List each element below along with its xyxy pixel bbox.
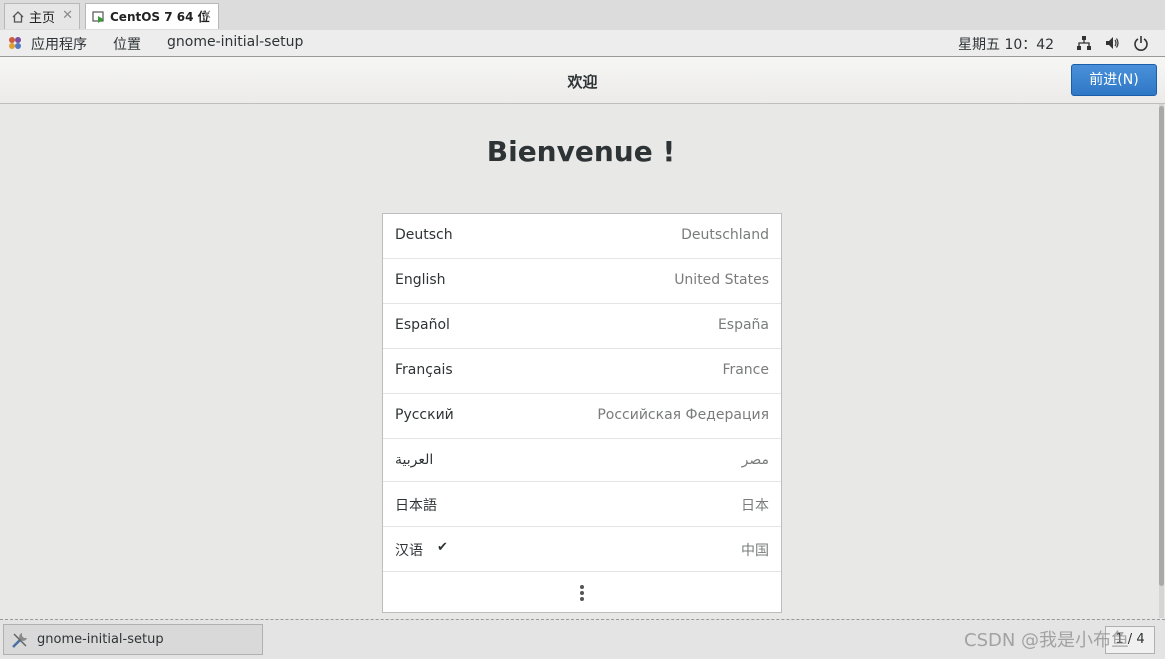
checkmark-icon: ✔ [437,540,448,555]
applications-icon [8,36,22,50]
close-icon[interactable]: ✕ [62,8,73,23]
language-country: 中国 [741,543,769,559]
language-list: Deutsch Deutschland English United State… [382,213,782,613]
taskbar-item[interactable]: gnome-initial-setup [3,624,263,655]
language-name: English [395,272,446,288]
language-country: Deutschland [681,227,769,243]
language-row-deutsch[interactable]: Deutsch Deutschland [383,214,781,259]
language-name: Español [395,317,450,333]
watermark: CSDN @我是小布鱼 [964,630,1130,651]
headerbar: 欢迎 前进(N) [0,57,1165,104]
language-row-russian[interactable]: Русский Российская Федерация [383,394,781,439]
places-menu[interactable]: 位置 [113,34,141,54]
home-icon [11,10,25,24]
network-icon[interactable] [1076,35,1092,51]
page-title: 欢迎 [567,73,598,91]
language-country: United States [674,272,769,288]
welcome-heading: Bienvenue ! [486,135,676,168]
language-name: 日本語 [395,498,437,514]
language-country: 日本 [741,498,769,514]
language-country: España [717,317,769,333]
gnome-top-bar: 应用程序 位置 gnome-initial-setup 星期五 10：42 [0,30,1165,57]
language-name: 汉语 [395,543,423,559]
applications-menu[interactable]: 应用程序 [31,34,87,54]
language-row-japanese[interactable]: 日本語 日本 [383,482,781,527]
tab-home[interactable]: 主页 ✕ [4,3,80,29]
close-icon[interactable]: ✕ [201,8,212,23]
tab-home-label: 主页 [29,11,56,26]
language-name: Русский [395,407,454,423]
language-row-chinese[interactable]: 汉语 ✔ 中国 [383,527,781,572]
tools-icon [10,630,30,650]
taskbar-item-label: gnome-initial-setup [37,632,164,647]
language-row-francais[interactable]: Français France [383,349,781,394]
next-button[interactable]: 前进(N) [1071,64,1157,96]
tab-vm-label: CentOS 7 64 位 [110,10,210,24]
tab-vm[interactable]: CentOS 7 64 位 ✕ [85,3,219,29]
language-country: مصر [741,452,769,468]
clock[interactable]: 星期五 10：42 [958,34,1054,54]
vm-icon [92,10,106,24]
language-row-english[interactable]: English United States [383,259,781,304]
language-row-espanol[interactable]: Español España [383,304,781,349]
more-languages-button[interactable] [383,572,781,612]
vm-tab-strip: 主页 ✕ CentOS 7 64 位 ✕ [0,0,1165,31]
language-country: Российская Федерация [597,407,769,423]
volume-icon[interactable] [1104,35,1120,51]
power-icon[interactable] [1133,35,1149,51]
scrollbar-thumb[interactable] [1159,106,1164,586]
language-row-arabic[interactable]: العربية مصر [383,439,781,482]
app-menu[interactable]: gnome-initial-setup [167,34,303,50]
language-name: Deutsch [395,227,453,243]
language-country: France [722,362,769,378]
language-name: Français [395,362,453,378]
language-name: العربية [395,452,434,468]
